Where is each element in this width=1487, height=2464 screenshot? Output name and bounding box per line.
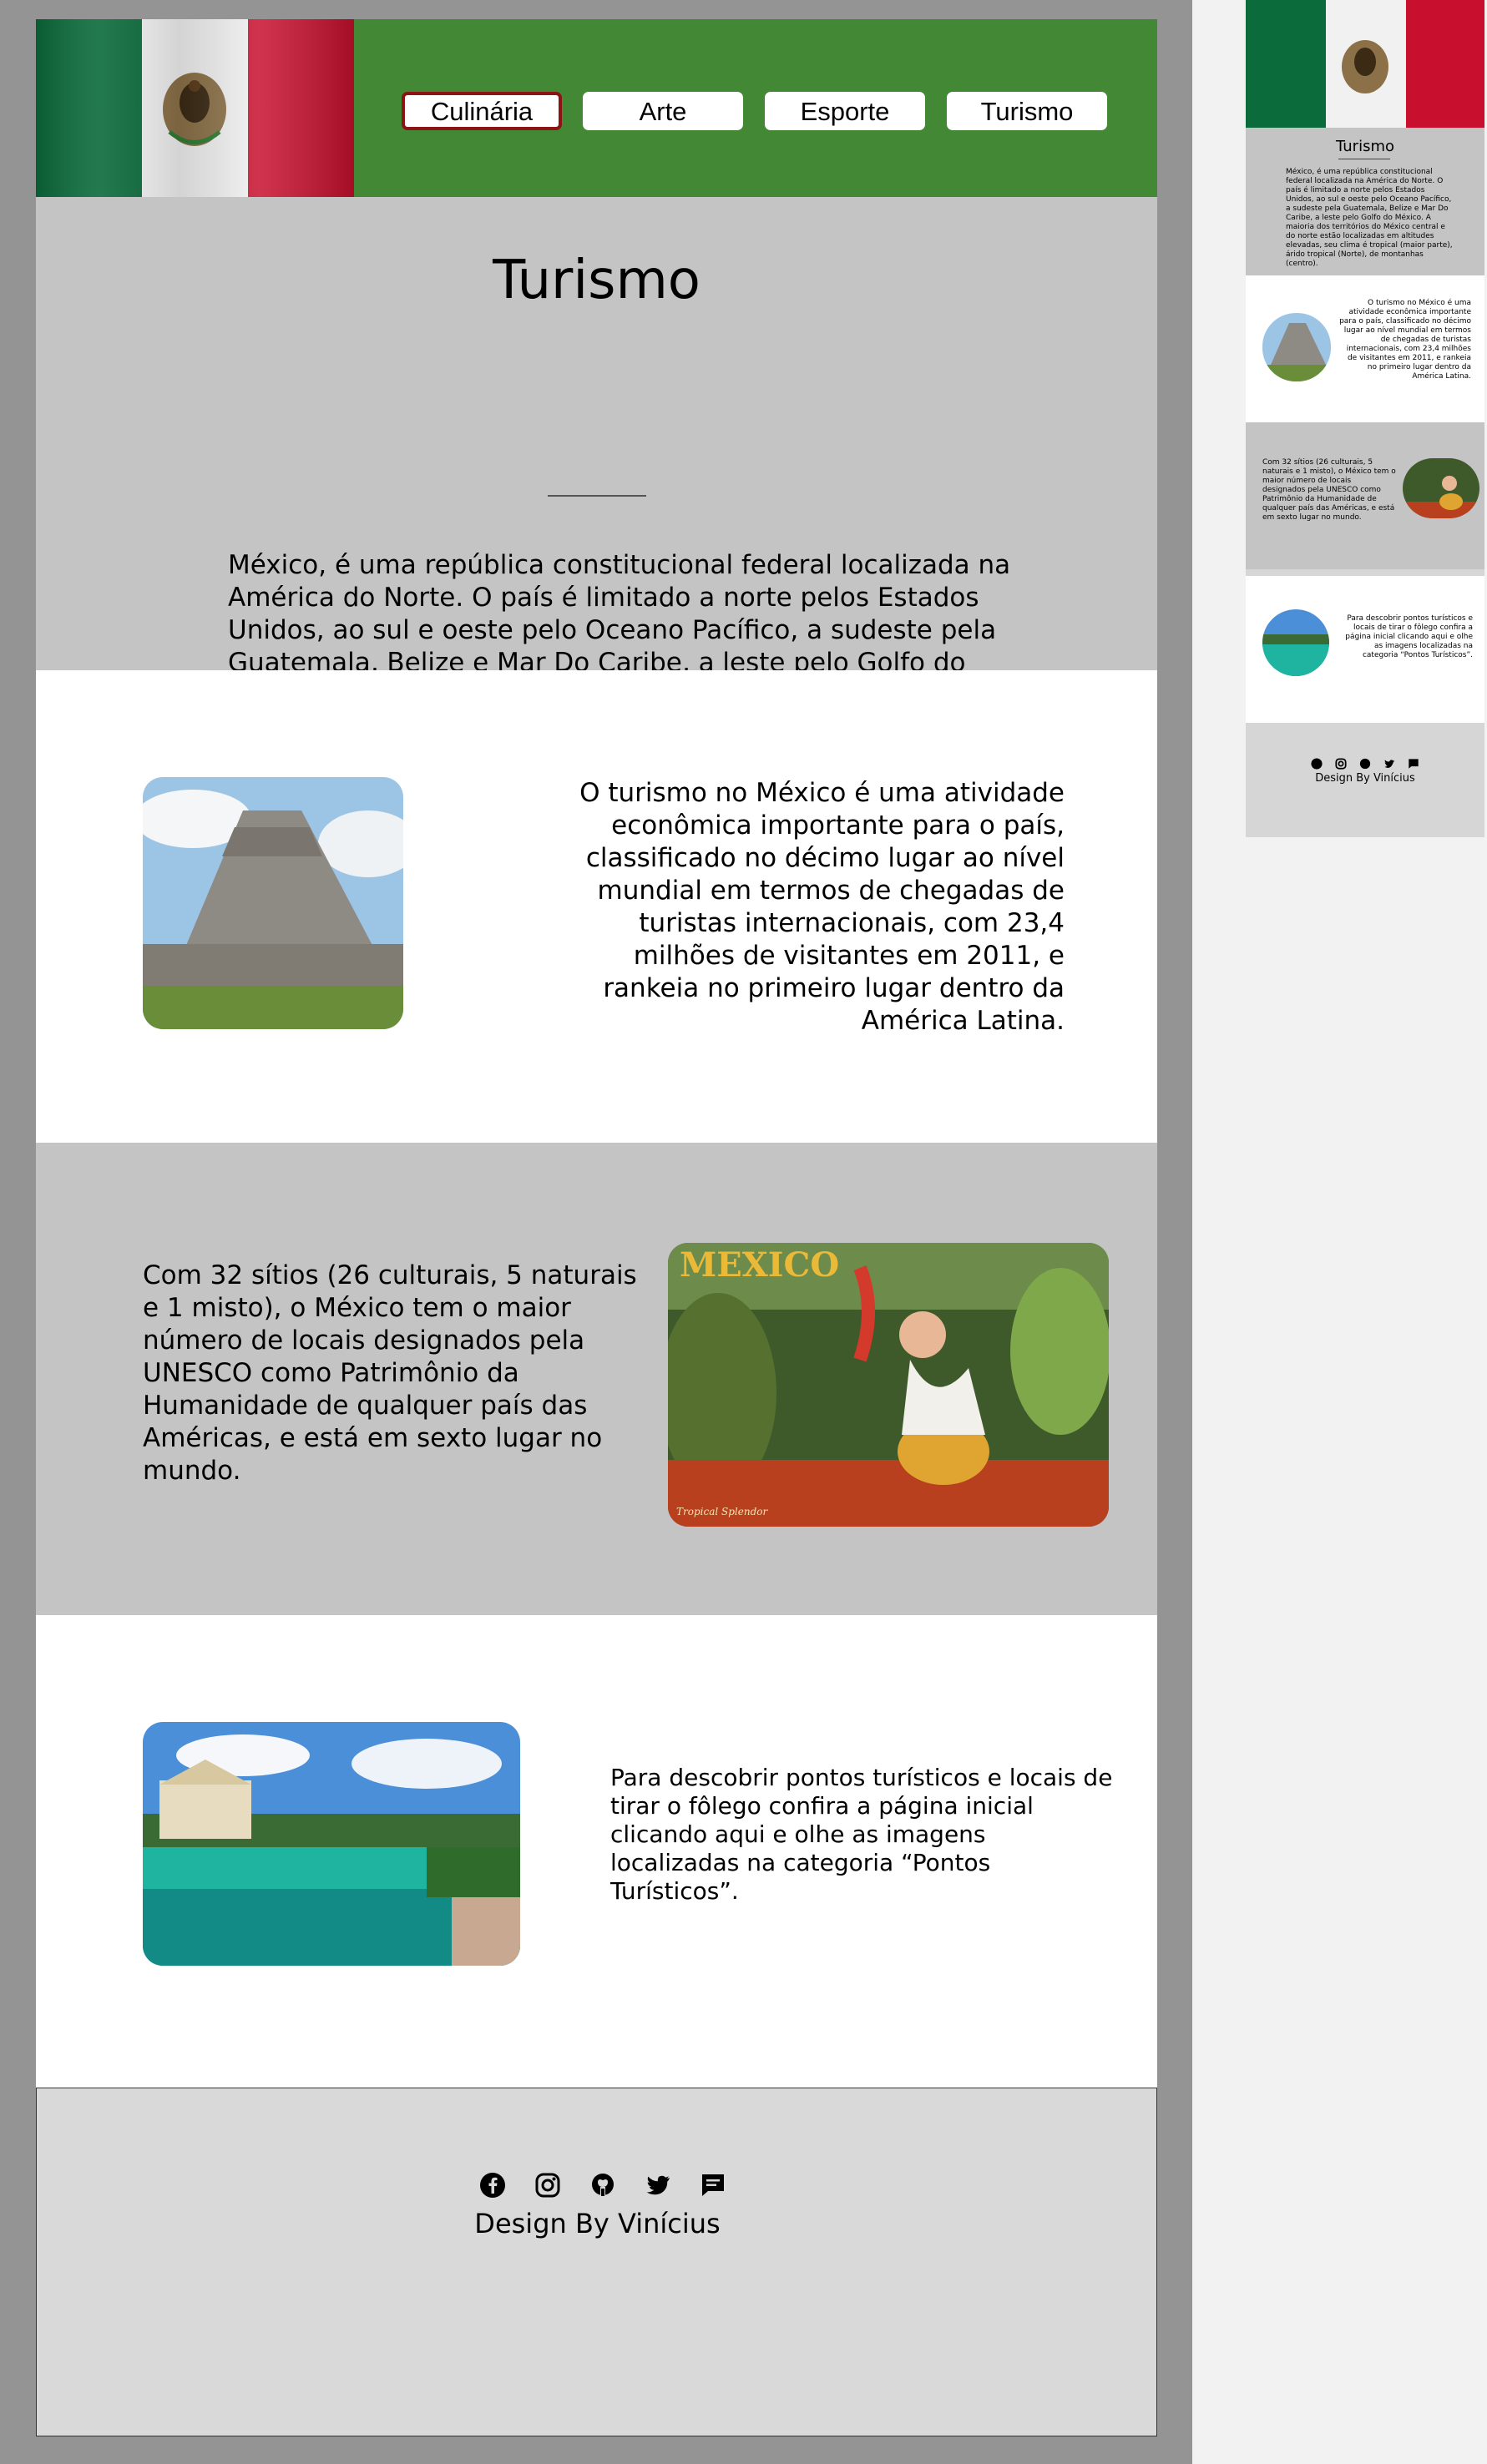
desktop-page: Culinária Arte Esporte Turismo Turismo M… [36, 19, 1157, 2436]
mobile-twitter-icon[interactable] [1383, 757, 1395, 769]
github-icon[interactable] [589, 2172, 616, 2199]
pyramid-image [143, 777, 403, 1029]
desktop-artboard: Culinária Arte Esporte Turismo Turismo M… [0, 0, 1192, 2464]
design-credit: Design By Vinícius [474, 2208, 721, 2239]
page-title: Turismo [493, 250, 701, 311]
poster-headline: MEXICO [680, 1245, 839, 1285]
mobile-design-credit: Design By Vinícius [1315, 772, 1415, 785]
mobile-pyramid-image [1262, 313, 1331, 381]
chat-icon[interactable] [700, 2172, 726, 2199]
hero-section: Turismo México, é uma república constitu… [36, 197, 1157, 775]
mobile-resort-pool-image [1262, 609, 1329, 676]
footer: Design By Vinícius [36, 2088, 1157, 2436]
mobile-discover-paragraph: Para descobrir pontos turísticos e locai… [1345, 614, 1473, 659]
tourism-paragraph: O turismo no México é uma atividade econ… [579, 778, 1065, 1036]
mobile-instagram-icon[interactable] [1335, 757, 1347, 770]
mobile-flag-image [1246, 0, 1484, 128]
title-underline [548, 495, 646, 497]
nav-button-arte[interactable]: Arte [583, 92, 743, 130]
twitter-icon[interactable] [645, 2172, 671, 2199]
mexico-poster-image: MEXICO Tropical Splendor [668, 1243, 1109, 1527]
mobile-intro-paragraph: México, é uma república constitucional f… [1286, 168, 1453, 268]
social-icons [479, 2172, 726, 2199]
mobile-tourism-paragraph: O turismo no México é uma atividade econ… [1339, 299, 1471, 381]
discover-paragraph: Para descobrir pontos turísticos e locai… [610, 1764, 1113, 1905]
mobile-github-icon[interactable] [1359, 757, 1371, 770]
mobile-unesco-paragraph: Com 32 sítios (26 culturais, 5 naturais … [1262, 458, 1396, 522]
nav-button-culinaria[interactable]: Culinária [402, 92, 562, 130]
section-tourism: O turismo no México é uma atividade econ… [36, 670, 1157, 1143]
mobile-footer: Design By Vinícius [1246, 724, 1484, 837]
mobile-section-unesco: Com 32 sítios (26 culturais, 5 naturais … [1246, 422, 1484, 569]
nav-button-esporte[interactable]: Esporte [765, 92, 925, 130]
mobile-page-title: Turismo [1336, 138, 1394, 155]
header: Culinária Arte Esporte Turismo [36, 19, 1157, 197]
mobile-section-tourism: O turismo no México é uma atividade econ… [1246, 275, 1484, 422]
section-unesco: Com 32 sítios (26 culturais, 5 naturais … [36, 1143, 1157, 1615]
resort-pool-image [143, 1722, 520, 1966]
mobile-social-icons [1311, 757, 1419, 770]
mobile-hero: Turismo México, é uma república constitu… [1246, 128, 1484, 275]
mobile-chat-icon[interactable] [1408, 757, 1419, 769]
section-discover: Para descobrir pontos turísticos e locai… [36, 1615, 1157, 2088]
mobile-section-discover: Para descobrir pontos turísticos e locai… [1246, 576, 1484, 723]
poster-caption: Tropical Splendor [676, 1506, 768, 1517]
mobile-preview: Turismo México, é uma república constitu… [1246, 0, 1484, 837]
nav-button-turismo[interactable]: Turismo [947, 92, 1107, 130]
facebook-icon[interactable] [479, 2172, 506, 2199]
unesco-paragraph: Com 32 sítios (26 culturais, 5 naturais … [143, 1260, 637, 1486]
instagram-icon[interactable] [534, 2172, 561, 2199]
mobile-poster-image [1403, 458, 1479, 518]
mobile-facebook-icon[interactable] [1311, 757, 1323, 770]
mexico-flag-image [36, 19, 354, 197]
